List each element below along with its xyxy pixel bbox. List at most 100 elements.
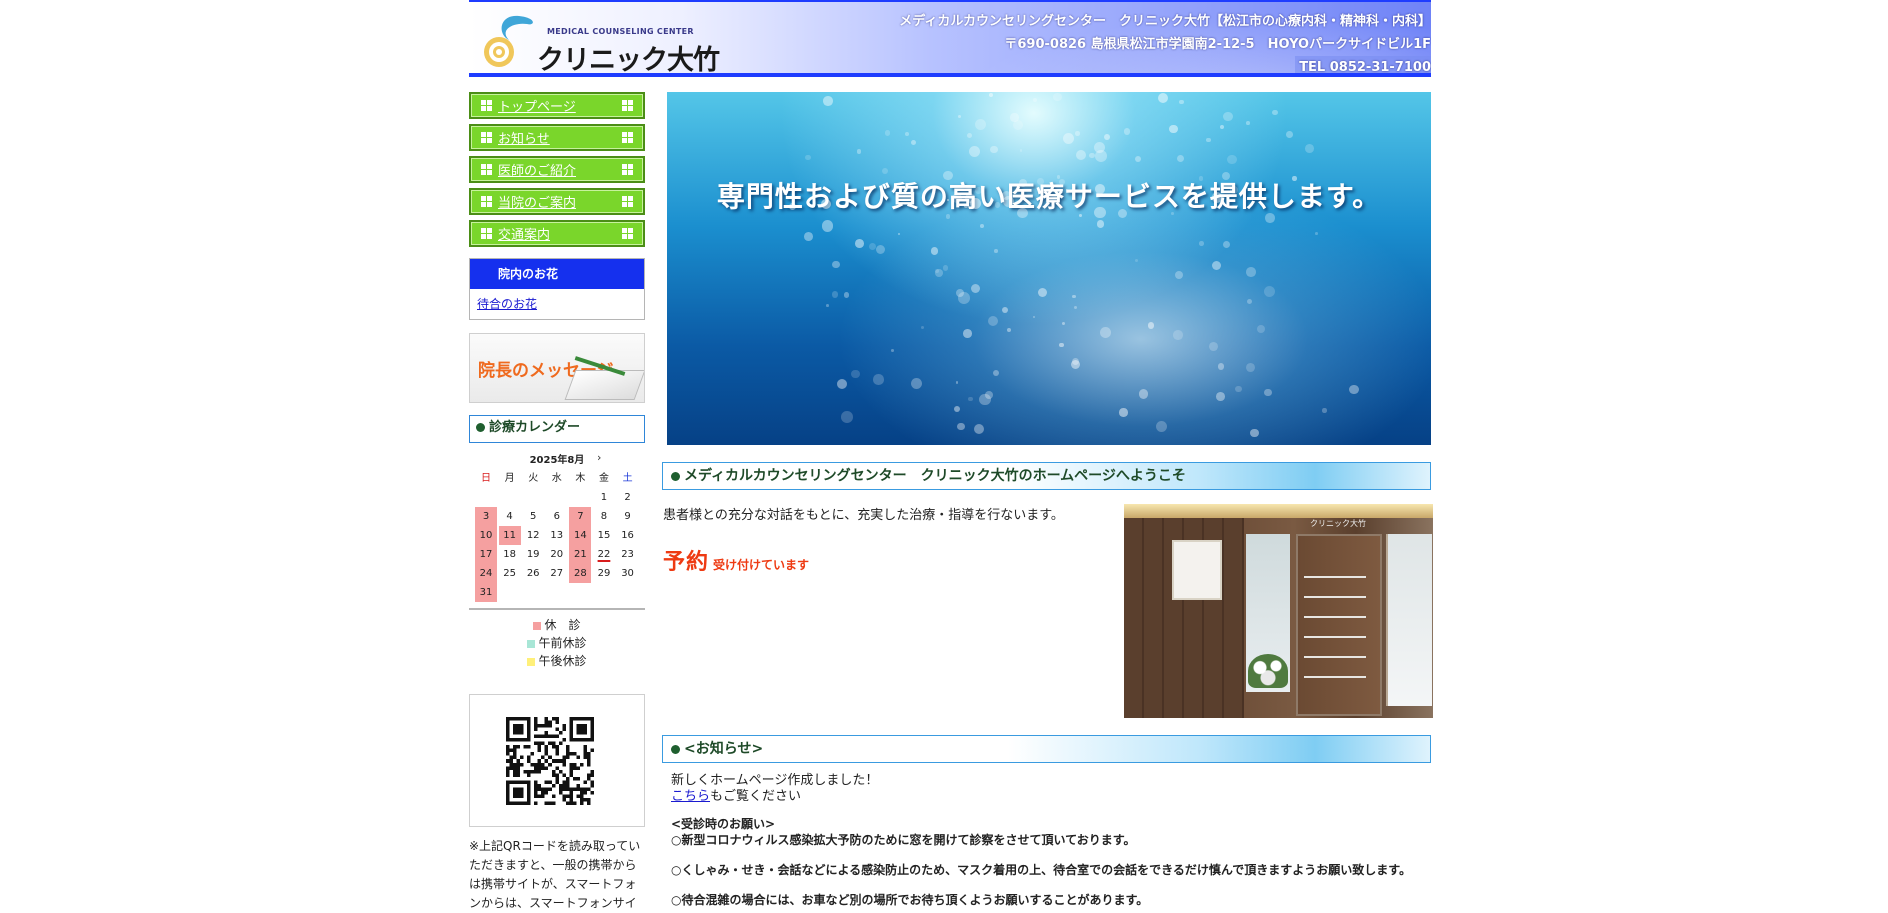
calendar-title-text: 診療カレンダー (489, 420, 581, 435)
bubble (987, 315, 999, 327)
calendar-day: 1 (600, 492, 608, 503)
calendar-empty-cell (499, 488, 521, 507)
nav-clinic-guide[interactable]: 当院のご案内 (469, 188, 645, 215)
grid-icon (481, 100, 492, 111)
bubble (1211, 192, 1222, 203)
bubble (1139, 389, 1149, 399)
calendar-day: 12 (526, 530, 540, 541)
bubble (974, 187, 982, 194)
calendar-empty-cell (546, 488, 568, 507)
clinic-logo[interactable]: MEDICAL COUNSELING CENTER クリニック大竹 (479, 12, 720, 73)
nav-access[interactable]: 交通案内 (469, 220, 645, 247)
bubble (1265, 213, 1275, 223)
qr-code-box (469, 694, 645, 827)
qr-note: ※上記QRコードを読み取っていただきますと、一般の携帯からは携帯サイトが、スマー… (469, 839, 641, 910)
bubble (1147, 322, 1155, 330)
bubble (1079, 214, 1082, 217)
calendar-empty-cell (617, 583, 639, 602)
hero-tagline: 専門性および質の高い医療サービスを提供します。 (716, 180, 1382, 213)
bubble (1235, 385, 1242, 393)
bubble (832, 260, 840, 269)
calendar-divider (469, 608, 645, 610)
qr-code-icon (506, 717, 594, 805)
calendar-day: 26 (526, 568, 540, 579)
bubble (826, 304, 830, 308)
bubble (1209, 342, 1218, 352)
news-link-here[interactable]: こちら (671, 789, 710, 804)
flower-box: 院内のお花 待合のお花 (469, 258, 645, 320)
bubble (1155, 421, 1167, 433)
flower-heading: 院内のお花 (470, 259, 644, 289)
bubble (1227, 154, 1237, 165)
bubble (884, 130, 890, 136)
main-nav: トップページ お知らせ 医師のご紹介 当院のご案内 交通案内 (469, 92, 645, 247)
bubble (963, 329, 972, 338)
site-header: MEDICAL COUNSELING CENTER クリニック大竹 メディカルカ… (469, 0, 1431, 77)
calendar-weekday: 月 (504, 473, 515, 484)
calendar-day: 27 (550, 568, 564, 579)
calendar-month: 2025年8月 (529, 455, 585, 466)
welcome-section-title: メディカルカウンセリングセンター クリニック大竹のホームページへようこそ (662, 462, 1431, 490)
photo-door-sign: クリニック大竹 (1310, 519, 1366, 528)
reservation-small: 受け付けています (713, 558, 810, 572)
calendar-empty-cell (593, 583, 615, 602)
calendar-weekday: 火 (528, 473, 539, 484)
request-1: ○新型コロナウィルス感染拡大予防のために窓を開けて診察をさせて頂いております。 (671, 833, 1136, 847)
calendar-weekday: 水 (551, 473, 562, 484)
bubble (1135, 259, 1139, 262)
bubble (1019, 149, 1022, 152)
calendar-day: 25 (503, 568, 516, 579)
calendar-day: 28 (569, 564, 592, 583)
calendar-day: 16 (621, 530, 634, 541)
bubble (957, 114, 961, 118)
photo-flowers (1248, 654, 1288, 688)
calendar-day: 18 (503, 549, 516, 560)
bubble (1263, 285, 1275, 297)
bubble (1219, 124, 1224, 129)
bubble (968, 396, 973, 402)
bubble (1177, 155, 1185, 163)
welcome-title-text: メディカルカウンセリングセンター クリニック大竹のホームページへようこそ (684, 468, 1186, 484)
nav-label: お知らせ (498, 132, 550, 147)
bubble (1257, 325, 1266, 334)
nav-doctor[interactable]: 医師のご紹介 (469, 156, 645, 183)
bubble (1063, 132, 1075, 144)
page: MEDICAL COUNSELING CENTER クリニック大竹 メディカルカ… (0, 0, 1888, 910)
bubble (1322, 408, 1327, 413)
legend-closed: 休 診 (469, 616, 645, 634)
nav-top-page[interactable]: トップページ (469, 92, 645, 119)
calendar-weekday: 土 (622, 473, 633, 484)
bubble (992, 369, 1000, 377)
bubble (898, 232, 901, 236)
grid-icon (481, 196, 492, 207)
nav-label: トップページ (498, 100, 576, 115)
request-title: <受診時のお願い> (671, 817, 776, 831)
bubble (1157, 93, 1169, 104)
logo-swirl-icon (484, 15, 533, 67)
nav-news[interactable]: お知らせ (469, 124, 645, 151)
legend-pm-closed-label: 午後休診 (538, 654, 587, 668)
calendar-next-month-button[interactable]: › (597, 451, 601, 464)
bubble (974, 424, 985, 435)
bubble (1007, 327, 1012, 332)
bullet-icon (671, 471, 680, 481)
bullet-icon (671, 744, 680, 754)
photo-sign-board (1172, 540, 1222, 600)
waiting-room-flowers-link[interactable]: 待合のお花 (477, 297, 537, 311)
director-message-banner[interactable]: 院長のメッセージ (469, 333, 645, 403)
bubble (1246, 120, 1250, 125)
calendar-empty-cell (569, 488, 591, 507)
legend-pm-closed: 午後休診 (469, 652, 645, 670)
calendar-day: 17 (475, 545, 497, 564)
bubble (855, 239, 864, 248)
reservation-notice: 予約 受け付けています (663, 544, 809, 576)
nav-label: 交通案内 (498, 228, 551, 243)
bubble (831, 291, 839, 298)
bubble (1349, 384, 1359, 394)
bubble (1072, 294, 1076, 298)
calendar-day: 14 (569, 526, 592, 545)
bubble (979, 393, 991, 405)
bubble (1118, 209, 1128, 219)
bubble (1095, 183, 1106, 194)
bubble (843, 292, 850, 298)
